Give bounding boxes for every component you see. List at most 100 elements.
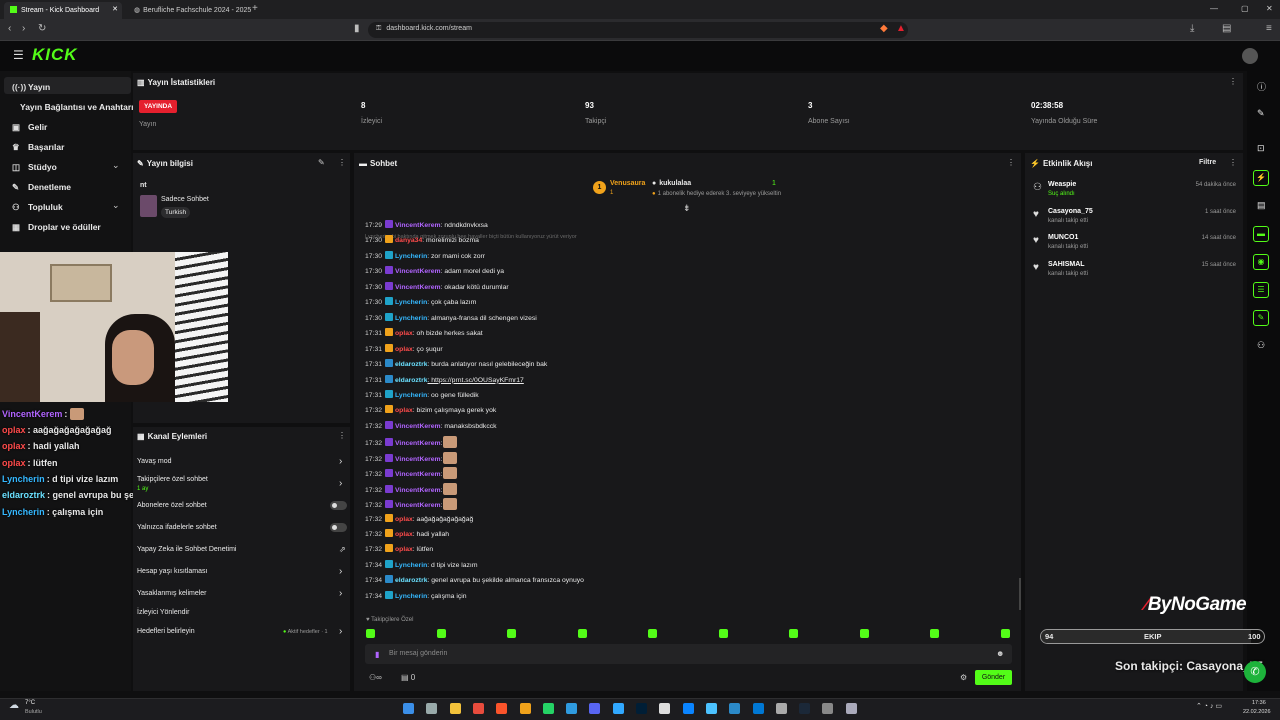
forward-icon[interactable]: › [22,23,25,34]
chevron-right-icon[interactable]: › [339,456,342,467]
emote-icon[interactable] [1000,629,1010,638]
users-icon[interactable]: ⚇∞ [369,673,382,682]
chat-username[interactable]: Lyncherin [395,392,427,399]
external-link-icon[interactable]: ⇗ [339,545,346,554]
emote-icon[interactable] [718,629,728,638]
reload-icon[interactable]: ↻ [38,23,46,34]
chat-username[interactable]: VincentKerem [395,268,441,275]
emote-icon[interactable] [577,629,587,638]
taskbar-app-icon[interactable] [542,703,554,714]
taskbar-app-icon[interactable] [589,703,601,714]
action-follower-only[interactable]: Takipçilere özel sohbet [137,476,208,483]
action-slow-mode[interactable]: Yavaş mod [137,458,172,465]
sidebar-item-denetleme[interactable]: ✎ Denetleme [12,182,71,193]
chat-icon[interactable]: ▬ [1253,226,1269,242]
sidebar-item-stream-key[interactable]: Yayın Bağlantısı ve Anahtarı [20,102,134,112]
taskbar-app-icon[interactable] [472,703,484,714]
chat-username[interactable]: VincentKerem [395,222,441,229]
chat-username[interactable]: VincentKerem [395,284,441,291]
category-name[interactable]: Sadece Sohbet [161,196,209,203]
taskbar-app-icon[interactable] [799,703,811,714]
taskbar-app-icon[interactable] [403,703,414,714]
chat-username[interactable]: oplax [395,346,413,353]
emote-icon[interactable] [436,629,446,638]
emote-icon[interactable] [789,629,798,638]
camera-icon[interactable]: ⊡ [1257,143,1265,154]
sidebar-item-basarilar[interactable]: ♛ Başarılar [12,142,64,153]
chat-scrollbar[interactable] [1019,578,1021,610]
chevron-right-icon[interactable]: › [339,478,342,489]
sidebar-item-gelir[interactable]: ▣ Gelir [12,122,47,133]
emote-icon[interactable] [930,629,939,638]
taskbar-app-icon[interactable] [566,703,578,714]
action-ai-moderation[interactable]: Yapay Zeka ile Sohbet Denetimi [137,546,236,553]
bookmark-icon[interactable]: ▮ [354,23,360,34]
chevron-right-icon[interactable]: › [339,588,342,599]
taskbar-app-icon[interactable] [612,703,624,714]
sidebar-item-droplar[interactable]: ▦ Droplar ve ödüller [12,222,101,233]
edit-icon[interactable]: ✎ [1257,108,1265,119]
download-icon[interactable]: ⤓ [1190,23,1194,34]
taskbar-app-icon[interactable] [426,703,438,714]
tab-kick-dashboard[interactable]: Stream - Kick Dashboard ✕ [4,2,122,19]
action-account-age[interactable]: Hesap yaşı kısıtlaması [137,568,207,575]
avatar[interactable] [1242,48,1258,64]
filter-button[interactable]: Filtre [1199,159,1216,166]
action-goals[interactable]: Hedefleri belirleyin [137,628,195,635]
chat-username[interactable]: VincentKerem [395,456,441,463]
taskbar-app-icon[interactable] [729,703,741,714]
emote-only-toggle[interactable] [330,523,347,532]
chat-username[interactable]: danya34 [395,237,422,244]
chat-username[interactable]: oplax [395,407,413,414]
tray-icons[interactable]: ⌃ ◔ ♪ ▭ [1196,702,1222,710]
taskbar-app-icon[interactable] [705,703,717,714]
chat-username[interactable]: VincentKerem [395,487,441,494]
taskbar-app-icon[interactable] [519,703,531,714]
activity-username[interactable]: Weaspie [1048,181,1076,188]
language-tag[interactable]: Turkish [161,207,191,218]
chat-text[interactable]: : https://prnt.sc/0OUSayKFmr17 [428,377,524,384]
action-banned-words[interactable]: Yasaklanmış kelimeler [137,590,207,597]
minimize-icon[interactable]: — [1210,4,1218,13]
doc-icon[interactable]: ▤ [1257,200,1266,211]
new-tab-button[interactable]: + [252,3,258,14]
gear-icon[interactable]: ⚙ [960,673,967,682]
brave-rewards-icon[interactable]: ▲ [896,23,906,34]
recipient[interactable]: ● kukulalaa [652,180,691,187]
sub-only-toggle[interactable] [330,501,347,510]
mic-icon[interactable]: ▮ [375,650,379,659]
more-icon[interactable]: ⋮ [338,158,346,167]
hamburger-icon[interactable]: ☰ [13,48,24,62]
sidebar-toggle-icon[interactable]: ▤ [1222,23,1231,34]
url-field[interactable]: ⚿ dashboard.kick.com/stream [368,22,908,38]
kick-logo[interactable]: KICK [32,45,78,65]
more-icon[interactable]: ⋮ [1007,158,1015,167]
bolt-icon[interactable]: ⚡ [1253,170,1269,186]
back-icon[interactable]: ‹ [8,23,11,34]
activity-username[interactable]: MUNCO1 [1048,234,1078,241]
chat-username[interactable]: oplax [395,531,413,538]
close-icon[interactable]: ✕ [112,5,118,13]
taskbar-app-icon[interactable] [636,703,647,714]
gifter-name[interactable]: Venusaura [610,180,645,187]
stack-icon[interactable]: ☰ [1253,282,1269,298]
more-icon[interactable]: ⋮ [1229,158,1237,167]
taskbar-app-icon[interactable] [822,703,834,714]
chevron-right-icon[interactable]: › [339,626,342,637]
emote-icon[interactable] [507,629,516,638]
window-close-icon[interactable]: ✕ [1266,4,1273,13]
emote-icon[interactable] [366,629,375,638]
activity-username[interactable]: Casayona_75 [1048,208,1093,215]
chevron-down-icon[interactable]: ⌄ [112,200,120,211]
chat-username[interactable]: Lyncherin [395,253,427,260]
chat-username[interactable]: VincentKerem [395,440,441,447]
chat-username[interactable]: Lyncherin [395,299,427,306]
info-icon[interactable]: ⓘ [1257,80,1266,93]
tab-berufliche[interactable]: ◍ Berufliche Fachschule 2024 - 2025 [128,2,251,19]
emoji-icon[interactable]: ☻ [996,649,1004,658]
chat-username[interactable]: eldaroztrk [395,361,427,368]
taskbar-app-icon[interactable] [659,703,671,714]
chat-username[interactable]: Lyncherin [395,562,427,569]
chat-username[interactable]: oplax [395,330,413,337]
chat-username[interactable]: oplax [395,546,413,553]
